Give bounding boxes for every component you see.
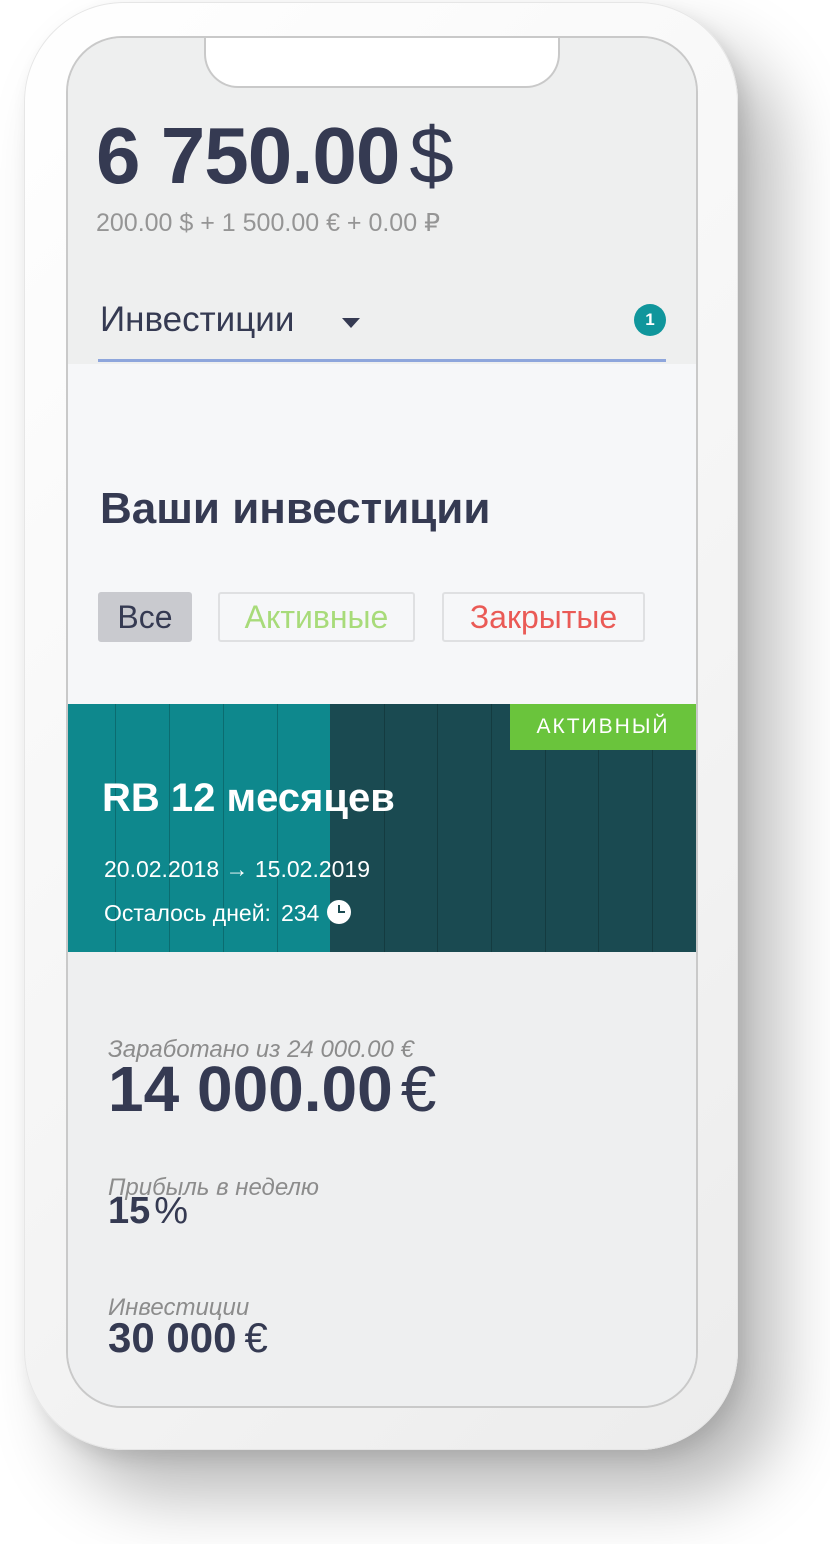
- filter-active-button[interactable]: Активные: [218, 592, 415, 642]
- clock-icon: [327, 900, 352, 924]
- balance-breakdown: 200.00 $ + 1 500.00 € + 0.00 ₽: [96, 209, 440, 237]
- card-dates: 20.02.2018 → 15.02.2019: [104, 856, 371, 882]
- investment-amount: 30 000 €: [108, 1314, 268, 1362]
- chevron-down-icon: [342, 318, 360, 328]
- weekly-profit: 15%: [108, 1190, 188, 1233]
- total-balance: 6 750.00 $: [96, 110, 454, 202]
- card-stripe: [491, 704, 492, 952]
- days-left-value: 234: [280, 900, 320, 926]
- filter-closed-button[interactable]: Закрытые: [442, 592, 645, 642]
- earned-amount-value: 14 000.00: [108, 1053, 393, 1125]
- investments-section: Ваши инвестиции Все Активные Закрытые: [68, 364, 696, 704]
- investment-stats: Заработано из 24 000.00 € 14 000.00 € При…: [68, 952, 696, 1406]
- days-left-label: Осталось дней:: [104, 900, 271, 926]
- earned-amount: 14 000.00 €: [108, 1052, 436, 1126]
- status-badge: АКТИВНЫЙ: [510, 704, 696, 750]
- balance-currency: $: [409, 111, 453, 200]
- filter-all-button[interactable]: Все: [98, 592, 192, 642]
- section-dropdown[interactable]: Инвестиции 1: [98, 290, 666, 362]
- page-title: Ваши инвестиции: [100, 484, 491, 533]
- earned-currency: €: [400, 1053, 437, 1125]
- days-left: Осталось дней: 234: [104, 900, 352, 927]
- investment-amount-value: 30 000: [108, 1314, 237, 1361]
- section-dropdown-label: Инвестиции: [100, 300, 295, 339]
- investment-card[interactable]: АКТИВНЫЙ RB 12 месяцев 20.02.2018 → 15.0…: [68, 704, 696, 952]
- weekly-profit-value: 15: [108, 1190, 151, 1232]
- investment-currency: €: [244, 1314, 268, 1361]
- card-stripe: [437, 704, 438, 952]
- phone-screen: 6 750.00 $ 200.00 $ + 1 500.00 € + 0.00 ₽…: [66, 36, 698, 1408]
- phone-notch: [204, 38, 560, 88]
- notification-badge[interactable]: 1: [634, 304, 666, 336]
- card-stripe: [384, 704, 385, 952]
- balance-amount: 6 750.00: [96, 111, 400, 200]
- card-title: RB 12 месяцев: [102, 776, 395, 820]
- weekly-profit-unit: %: [154, 1190, 189, 1232]
